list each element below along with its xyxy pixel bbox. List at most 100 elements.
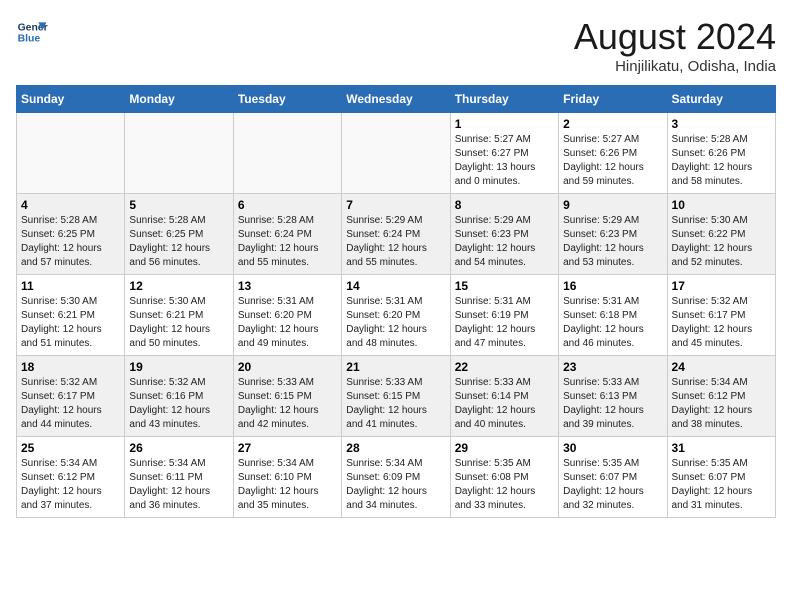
week-row-3: 11Sunrise: 5:30 AM Sunset: 6:21 PM Dayli…: [17, 275, 776, 356]
day-cell-21: 21 Sunrise: 5:33 AM Sunset: 6:15 PM Dayli…: [342, 356, 450, 437]
week-row-2: 4 Sunrise: 5:28 AM Sunset: 6:25 PM Daylig…: [17, 194, 776, 275]
day-info-23: Sunrise: 5:33 AM Sunset: 6:13 PM Dayligh…: [563, 376, 662, 432]
logo: General Blue: [16, 16, 48, 48]
day-info-17: Sunrise: 5:32 AM Sunset: 6:17 PM Dayligh…: [672, 295, 771, 351]
day-info-26: Sunrise: 5:34 AM Sunset: 6:11 PM Dayligh…: [129, 457, 228, 513]
day-number-4: 4: [21, 198, 120, 212]
day-cell-17: 17 Sunrise: 5:32 AM Sunset: 6:17 PM Dayli…: [667, 275, 775, 356]
day-info-3: Sunrise: 5:28 AM Sunset: 6:26 PM Dayligh…: [672, 133, 771, 189]
day-info-29: Sunrise: 5:35 AM Sunset: 6:08 PM Dayligh…: [455, 457, 554, 513]
day-number-6: 6: [238, 198, 337, 212]
day-number-29: 29: [455, 441, 554, 455]
day-info-14: Sunrise: 5:31 AM Sunset: 6:20 PM Dayligh…: [346, 295, 445, 351]
day-info-7: Sunrise: 5:29 AM Sunset: 6:24 PM Dayligh…: [346, 214, 445, 270]
day-info-25: Sunrise: 5:34 AM Sunset: 6:12 PM Dayligh…: [21, 457, 120, 513]
day-cell-26: 26 Sunrise: 5:34 AM Sunset: 6:11 PM Dayli…: [125, 437, 233, 518]
day-cell-19: 19 Sunrise: 5:32 AM Sunset: 6:16 PM Dayli…: [125, 356, 233, 437]
day-cell-8: 8 Sunrise: 5:29 AM Sunset: 6:23 PM Daylig…: [450, 194, 558, 275]
day-info-12: Sunrise: 5:30 AM Sunset: 6:21 PM Dayligh…: [129, 295, 228, 351]
day-cell-9: 9 Sunrise: 5:29 AM Sunset: 6:23 PM Daylig…: [559, 194, 667, 275]
day-info-19: Sunrise: 5:32 AM Sunset: 6:16 PM Dayligh…: [129, 376, 228, 432]
day-number-9: 9: [563, 198, 662, 212]
day-info-5: Sunrise: 5:28 AM Sunset: 6:25 PM Dayligh…: [129, 214, 228, 270]
day-number-28: 28: [346, 441, 445, 455]
day-info-31: Sunrise: 5:35 AM Sunset: 6:07 PM Dayligh…: [672, 457, 771, 513]
day-cell-23: 23 Sunrise: 5:33 AM Sunset: 6:13 PM Dayli…: [559, 356, 667, 437]
empty-cell: [125, 113, 233, 194]
weekday-header-thursday: Thursday: [450, 86, 558, 113]
week-row-4: 18 Sunrise: 5:32 AM Sunset: 6:17 PM Dayli…: [17, 356, 776, 437]
day-number-8: 8: [455, 198, 554, 212]
weekday-header-sunday: Sunday: [17, 86, 125, 113]
day-cell-22: 22 Sunrise: 5:33 AM Sunset: 6:14 PM Dayli…: [450, 356, 558, 437]
day-info-4: Sunrise: 5:28 AM Sunset: 6:25 PM Dayligh…: [21, 214, 120, 270]
day-info-8: Sunrise: 5:29 AM Sunset: 6:23 PM Dayligh…: [455, 214, 554, 270]
day-number-25: 25: [21, 441, 120, 455]
weekday-header-saturday: Saturday: [667, 86, 775, 113]
svg-text:Blue: Blue: [18, 34, 41, 45]
title-block: August 2024 Hinjilikatu, Odisha, India: [574, 16, 776, 75]
day-cell-25: 25 Sunrise: 5:34 AM Sunset: 6:12 PM Dayli…: [17, 437, 125, 518]
day-cell-7: 7 Sunrise: 5:29 AM Sunset: 6:24 PM Daylig…: [342, 194, 450, 275]
location: Hinjilikatu, Odisha, India: [574, 58, 776, 75]
weekday-header-row: SundayMondayTuesdayWednesdayThursdayFrid…: [17, 86, 776, 113]
weekday-header-wednesday: Wednesday: [342, 86, 450, 113]
day-cell-10: 10 Sunrise: 5:30 AM Sunset: 6:22 PM Dayli…: [667, 194, 775, 275]
day-info-1: Sunrise: 5:27 AM Sunset: 6:27 PM Dayligh…: [455, 133, 554, 189]
day-cell-5: 5 Sunrise: 5:28 AM Sunset: 6:25 PM Daylig…: [125, 194, 233, 275]
weekday-header-friday: Friday: [559, 86, 667, 113]
day-number-16: 16: [563, 279, 662, 293]
day-cell-29: 29 Sunrise: 5:35 AM Sunset: 6:08 PM Dayli…: [450, 437, 558, 518]
day-cell-1: 1Sunrise: 5:27 AM Sunset: 6:27 PM Daylig…: [450, 113, 558, 194]
day-number-3: 3: [672, 117, 771, 131]
day-cell-2: 2Sunrise: 5:27 AM Sunset: 6:26 PM Daylig…: [559, 113, 667, 194]
day-cell-24: 24 Sunrise: 5:34 AM Sunset: 6:12 PM Dayli…: [667, 356, 775, 437]
day-cell-14: 14 Sunrise: 5:31 AM Sunset: 6:20 PM Dayli…: [342, 275, 450, 356]
day-number-22: 22: [455, 360, 554, 374]
day-info-9: Sunrise: 5:29 AM Sunset: 6:23 PM Dayligh…: [563, 214, 662, 270]
day-info-24: Sunrise: 5:34 AM Sunset: 6:12 PM Dayligh…: [672, 376, 771, 432]
day-cell-28: 28Sunrise: 5:34 AM Sunset: 6:09 PM Dayli…: [342, 437, 450, 518]
day-number-27: 27: [238, 441, 337, 455]
day-cell-11: 11Sunrise: 5:30 AM Sunset: 6:21 PM Dayli…: [17, 275, 125, 356]
day-info-30: Sunrise: 5:35 AM Sunset: 6:07 PM Dayligh…: [563, 457, 662, 513]
day-info-21: Sunrise: 5:33 AM Sunset: 6:15 PM Dayligh…: [346, 376, 445, 432]
day-number-10: 10: [672, 198, 771, 212]
day-info-27: Sunrise: 5:34 AM Sunset: 6:10 PM Dayligh…: [238, 457, 337, 513]
day-number-18: 18: [21, 360, 120, 374]
day-number-21: 21: [346, 360, 445, 374]
day-cell-31: 31 Sunrise: 5:35 AM Sunset: 6:07 PM Dayli…: [667, 437, 775, 518]
day-number-5: 5: [129, 198, 228, 212]
day-info-10: Sunrise: 5:30 AM Sunset: 6:22 PM Dayligh…: [672, 214, 771, 270]
week-row-1: 1Sunrise: 5:27 AM Sunset: 6:27 PM Daylig…: [17, 113, 776, 194]
day-cell-6: 6Sunrise: 5:28 AM Sunset: 6:24 PM Daylig…: [233, 194, 341, 275]
empty-cell: [17, 113, 125, 194]
month-title: August 2024: [574, 16, 776, 58]
day-number-13: 13: [238, 279, 337, 293]
day-cell-27: 27 Sunrise: 5:34 AM Sunset: 6:10 PM Dayli…: [233, 437, 341, 518]
day-cell-12: 12 Sunrise: 5:30 AM Sunset: 6:21 PM Dayli…: [125, 275, 233, 356]
day-number-26: 26: [129, 441, 228, 455]
day-number-7: 7: [346, 198, 445, 212]
day-number-17: 17: [672, 279, 771, 293]
day-number-19: 19: [129, 360, 228, 374]
day-number-12: 12: [129, 279, 228, 293]
day-cell-3: 3 Sunrise: 5:28 AM Sunset: 6:26 PM Daylig…: [667, 113, 775, 194]
day-info-11: Sunrise: 5:30 AM Sunset: 6:21 PM Dayligh…: [21, 295, 120, 351]
day-info-18: Sunrise: 5:32 AM Sunset: 6:17 PM Dayligh…: [21, 376, 120, 432]
day-number-30: 30: [563, 441, 662, 455]
weekday-header-monday: Monday: [125, 86, 233, 113]
day-info-22: Sunrise: 5:33 AM Sunset: 6:14 PM Dayligh…: [455, 376, 554, 432]
day-cell-16: 16 Sunrise: 5:31 AM Sunset: 6:18 PM Dayli…: [559, 275, 667, 356]
day-number-24: 24: [672, 360, 771, 374]
day-cell-30: 30 Sunrise: 5:35 AM Sunset: 6:07 PM Dayli…: [559, 437, 667, 518]
day-cell-20: 20Sunrise: 5:33 AM Sunset: 6:15 PM Dayli…: [233, 356, 341, 437]
calendar-table: SundayMondayTuesdayWednesdayThursdayFrid…: [16, 85, 776, 518]
day-info-15: Sunrise: 5:31 AM Sunset: 6:19 PM Dayligh…: [455, 295, 554, 351]
day-number-23: 23: [563, 360, 662, 374]
day-info-16: Sunrise: 5:31 AM Sunset: 6:18 PM Dayligh…: [563, 295, 662, 351]
day-number-14: 14: [346, 279, 445, 293]
empty-cell: [233, 113, 341, 194]
day-number-31: 31: [672, 441, 771, 455]
day-info-20: Sunrise: 5:33 AM Sunset: 6:15 PM Dayligh…: [238, 376, 337, 432]
